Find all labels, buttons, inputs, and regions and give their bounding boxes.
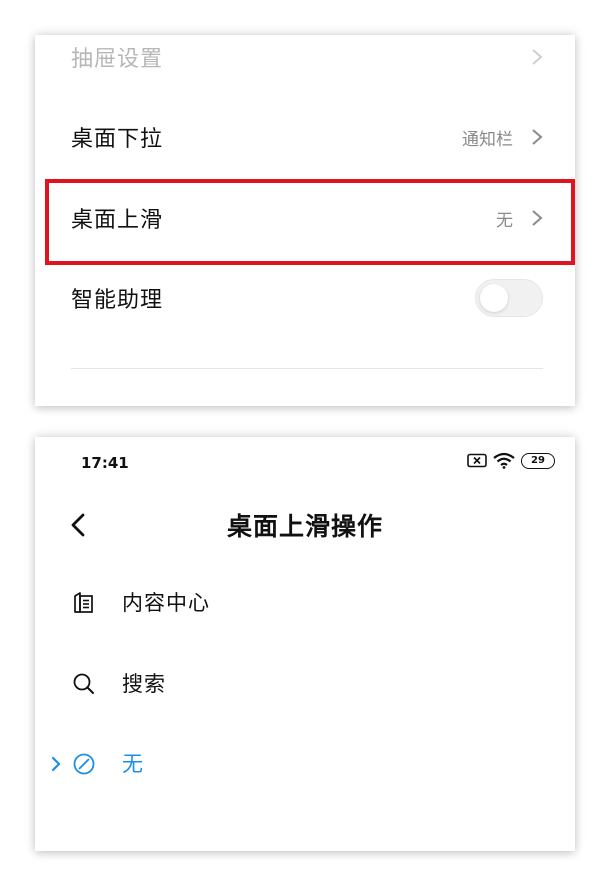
chevron-right-icon <box>532 210 543 226</box>
battery-icon: 29 <box>521 452 555 469</box>
option-search[interactable]: 搜索 <box>35 654 575 714</box>
divider <box>71 368 543 369</box>
option-none[interactable]: 无 <box>35 734 575 794</box>
page-title: 桌面上滑操作 <box>226 512 383 541</box>
option-content-center[interactable]: 内容中心 <box>35 573 575 633</box>
option-label: 无 <box>122 752 144 776</box>
none-icon <box>73 753 95 775</box>
desktop-swipe-up-row[interactable]: 桌面上滑 无 <box>35 178 575 258</box>
smart-assistant-toggle[interactable] <box>475 279 543 317</box>
smart-assistant-label: 智能助理 <box>71 288 164 313</box>
battery-level: 29 <box>531 455 545 466</box>
chevron-right-icon <box>532 129 543 145</box>
drawer-settings-row[interactable]: 抽屉设置 <box>35 17 575 97</box>
wifi-icon <box>493 452 515 469</box>
option-label: 搜索 <box>122 672 166 696</box>
toggle-knob <box>480 284 508 312</box>
desktop-swipe-up-value: 无 <box>496 210 513 231</box>
selected-indicator-icon <box>51 756 61 772</box>
swipe-up-action-page: 17:41 29 桌面上滑操作 内容中心 搜索 无 <box>35 437 575 851</box>
desktop-swipe-up-label: 桌面上滑 <box>71 208 164 233</box>
status-icons: 29 <box>467 452 555 469</box>
smart-assistant-row: 智能助理 <box>35 258 575 338</box>
content-center-icon <box>74 592 93 613</box>
page-header: 桌面上滑操作 <box>35 499 575 549</box>
search-icon <box>73 673 94 694</box>
desktop-pull-down-value: 通知栏 <box>462 129 513 150</box>
option-label: 内容中心 <box>122 591 210 615</box>
sim-disabled-icon <box>467 453 487 468</box>
chevron-right-icon <box>532 49 543 65</box>
status-time: 17:41 <box>81 454 129 472</box>
desktop-pull-down-label: 桌面下拉 <box>71 127 164 152</box>
drawer-settings-label: 抽屉设置 <box>71 47 164 72</box>
launcher-settings-panel: 抽屉设置 桌面下拉 通知栏 桌面上滑 无 智能助理 <box>35 35 575 406</box>
desktop-pull-down-row[interactable]: 桌面下拉 通知栏 <box>35 97 575 177</box>
